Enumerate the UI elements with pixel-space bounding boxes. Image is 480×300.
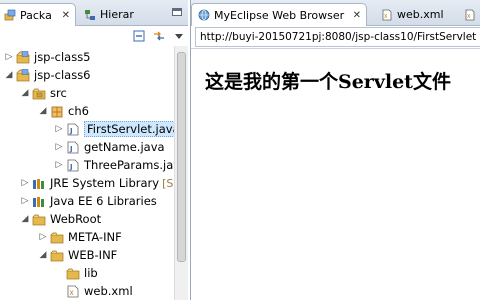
vertical-scrollbar[interactable]: [174, 46, 188, 300]
expand-icon[interactable]: ▷: [20, 178, 30, 188]
tab-web-browser[interactable]: MyEclipse Web Browser ✕: [191, 3, 367, 26]
minimize-icon[interactable]: [172, 8, 182, 16]
tree-meta-inf[interactable]: ▷ META-INF: [38, 228, 122, 246]
java-file-icon: J: [67, 159, 79, 171]
svg-text:X: X: [467, 14, 471, 20]
package-icon: [51, 106, 63, 117]
tree-lib[interactable]: lib: [54, 264, 98, 282]
collapse-icon[interactable]: ◢: [38, 250, 48, 260]
tree-item-label: jsp-class5: [34, 50, 91, 64]
xml-file-icon: X: [465, 9, 475, 20]
close-icon[interactable]: ✕: [62, 10, 70, 21]
tree-item-label: web.xml: [84, 284, 133, 298]
expand-icon[interactable]: ▷: [38, 232, 48, 242]
page-heading: 这是我的第一个Servlet文件: [205, 71, 451, 93]
browser-pane: MyEclipse Web Browser ✕ X web.xml X http…: [190, 0, 480, 300]
tab-web-xml-label: web.xml: [397, 8, 444, 21]
java-file-icon: J: [67, 141, 79, 153]
tree-web-inf[interactable]: ◢ WEB-INF: [38, 246, 118, 264]
folder-icon: [50, 232, 64, 243]
library-icon: [33, 196, 44, 207]
expand-icon[interactable]: ▷: [20, 196, 30, 206]
tree-item-label: getName.java: [84, 140, 165, 154]
explorer-toolbar: [0, 26, 188, 46]
tree-item-label: ch6: [68, 104, 89, 118]
tree-web-xml[interactable]: Xweb.xml: [54, 282, 133, 300]
hierarchy-icon: [85, 9, 95, 20]
collapse-icon[interactable]: ◢: [4, 70, 14, 80]
collapse-all-icon[interactable]: [132, 29, 146, 43]
folder-icon: [50, 250, 64, 261]
tree-item-label: META-INF: [68, 230, 122, 244]
svg-text:X: X: [70, 290, 74, 297]
expand-icon[interactable]: ▷: [54, 142, 64, 152]
xml-file-icon: X: [382, 9, 392, 20]
library-icon: [33, 178, 44, 189]
tree-item-label: FirstServlet.java: [84, 121, 174, 137]
svg-text:X: X: [384, 14, 388, 20]
tree-file-threeparams[interactable]: ▷ J ThreeParams.jav: [54, 156, 174, 174]
url-input[interactable]: http://buyi-20150721pj:8080/jsp-class10/…: [195, 27, 480, 47]
tree-project-jsp-class6[interactable]: ◢ jsp-class6: [4, 66, 91, 84]
editor-tab-bar: MyEclipse Web Browser ✕ X web.xml X: [191, 0, 480, 26]
globe-icon: [198, 9, 210, 21]
tree-item-label: WEB-INF: [68, 248, 118, 262]
link-with-editor-icon[interactable]: [152, 29, 166, 43]
tab-package-explorer[interactable]: Packa ✕: [0, 3, 76, 26]
tree-item-label: jsp-class6: [34, 68, 91, 82]
source-folder-icon: [32, 88, 46, 99]
project-tree: ▷ jsp-class5 ◢ jsp-class6 ◢ src ◢ ch6 ▷ J FirstSer…: [0, 46, 174, 300]
tab-package-explorer-label: Packa: [20, 8, 52, 22]
close-icon[interactable]: ✕: [353, 10, 361, 21]
expand-icon[interactable]: ▷: [54, 160, 64, 170]
tree-item-label: lib: [84, 266, 98, 280]
scrollbar-thumb[interactable]: [177, 52, 186, 262]
tab-hierarchy[interactable]: Hierar: [80, 3, 170, 26]
project-icon: [16, 68, 30, 81]
left-tab-bar: Packa ✕ Hierar: [0, 0, 188, 26]
svg-text:J: J: [69, 145, 73, 153]
tab-xml-file[interactable]: X: [461, 3, 480, 26]
project-icon: [16, 50, 30, 63]
tab-web-xml[interactable]: X web.xml: [377, 3, 457, 26]
tree-item-label: Java EE 6 Libraries: [50, 194, 157, 208]
tree-jre-library[interactable]: ▷ JRE System Library[Su: [20, 174, 174, 192]
browser-content: 这是我的第一个Servlet文件: [191, 48, 480, 300]
tree-file-getname[interactable]: ▷ JgetName.java: [54, 138, 165, 156]
folder-icon: [32, 214, 46, 225]
view-menu-icon[interactable]: [172, 29, 186, 43]
tree-item-label: WebRoot: [50, 212, 102, 226]
tree-item-label: ThreeParams.jav: [84, 158, 174, 172]
expand-icon[interactable]: ▷: [4, 52, 14, 62]
tab-web-browser-label: MyEclipse Web Browser: [214, 8, 345, 22]
tree-src[interactable]: ◢ src: [20, 84, 67, 102]
java-file-icon: J: [67, 123, 79, 135]
collapse-icon[interactable]: ◢: [20, 214, 30, 224]
tab-hierarchy-label: Hierar: [100, 8, 134, 21]
folder-icon: [66, 268, 80, 279]
expand-icon[interactable]: ▷: [54, 124, 64, 134]
tree-webroot[interactable]: ◢ WebRoot: [20, 210, 102, 228]
collapse-icon[interactable]: ◢: [38, 106, 48, 116]
collapse-icon[interactable]: ◢: [20, 88, 30, 98]
svg-text:J: J: [69, 163, 73, 171]
tree-item-label: src: [50, 86, 67, 100]
tree-item-decoration: [Su: [162, 176, 174, 190]
tree-project-jsp-class5[interactable]: ▷ jsp-class5: [4, 48, 91, 66]
tree-javaee-libraries[interactable]: ▷ Java EE 6 Libraries: [20, 192, 157, 210]
package-explorer-pane: Packa ✕ Hierar ▷ jsp-class5 ◢ jsp-class6 ◢ sr…: [0, 0, 188, 300]
svg-text:J: J: [69, 127, 73, 135]
package-explorer-icon: [4, 9, 16, 21]
tree-item-label: JRE System Library: [50, 176, 160, 190]
tree-package-ch6[interactable]: ◢ ch6: [38, 102, 89, 120]
tree-file-firstservlet[interactable]: ▷ J FirstServlet.java: [54, 120, 174, 138]
xml-file-icon: X: [67, 285, 79, 297]
